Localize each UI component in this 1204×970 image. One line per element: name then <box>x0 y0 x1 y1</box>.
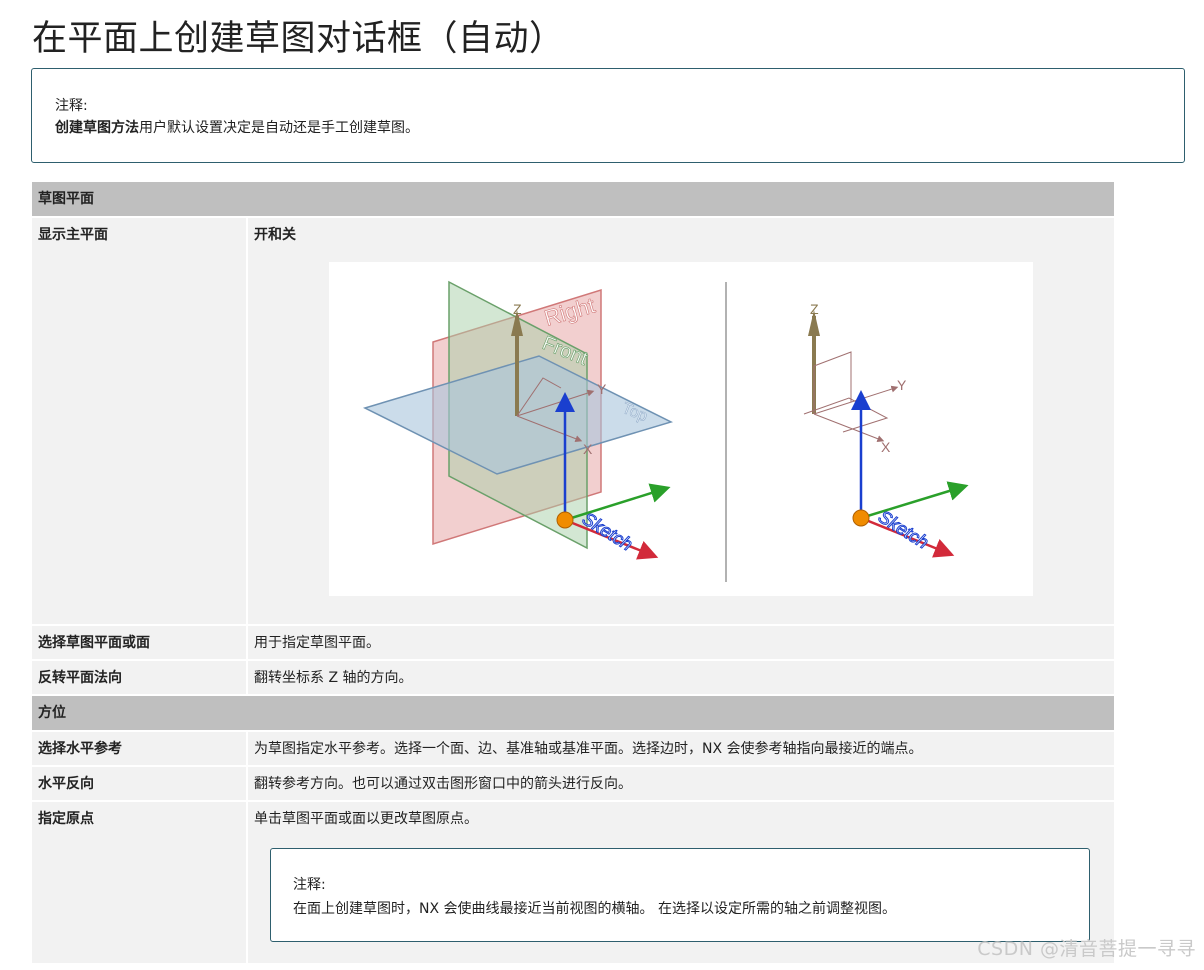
row-value: 为草图指定水平参考。选择一个面、边、基准轴或基准平面。选择边时，NX 会使参考轴… <box>248 732 1114 765</box>
y-axis-label: Y <box>897 377 907 393</box>
properties-table: 草图平面 显示主平面 开和关 Right Front Top Z Y X Ske… <box>32 180 1114 965</box>
section-title: 方位 <box>32 696 1114 730</box>
section-header-sketch-plane: 草图平面 <box>32 182 1114 216</box>
planes-figure: Right Front Top Z Y X Sketch Z Y X Sketc… <box>329 262 1033 596</box>
table-row: 显示主平面 开和关 Right Front Top Z Y X Sketch Z… <box>32 218 1114 624</box>
watermark: CSDN @清音菩提一寻寻 <box>977 938 1196 960</box>
note-box-method: 注释: 创建草图方法用户默认设置决定是自动还是手工创建草图。 <box>31 68 1185 163</box>
z-axis-label: Z <box>810 301 819 317</box>
sketch-origin-marker <box>556 511 574 529</box>
row-key: 显示主平面 <box>32 218 248 624</box>
planes-off-group: Z Y X Sketch <box>803 301 969 558</box>
sketch-origin-marker <box>852 509 870 527</box>
note-box-origin: 注释: 在面上创建草图时，NX 会使曲线最接近当前视图的横轴。 在选择以设定所需… <box>270 848 1090 942</box>
table-row: 选择水平参考 为草图指定水平参考。选择一个面、边、基准轴或基准平面。选择边时，N… <box>32 732 1114 765</box>
page-title: 在平面上创建草图对话框（自动） <box>32 19 565 59</box>
planes-illustration: Right Front Top Z Y X Sketch Z Y X Sketc… <box>362 280 969 582</box>
table-row: 选择草图平面或面 用于指定草图平面。 <box>32 626 1114 659</box>
row-key: 选择草图平面或面 <box>32 626 248 659</box>
row-key: 指定原点 <box>32 802 248 963</box>
row-value: 翻转坐标系 Z 轴的方向。 <box>248 661 1114 694</box>
z-axis-label: Z <box>513 301 522 317</box>
row-key: 反转平面法向 <box>32 661 248 694</box>
note-text: 创建草图方法用户默认设置决定是自动还是手工创建草图。 <box>55 117 1184 139</box>
row-value-text: 单击草图平面或面以更改草图原点。 <box>254 811 478 827</box>
x-axis-label: X <box>881 439 891 455</box>
note-rest: 用户默认设置决定是自动还是手工创建草图。 <box>139 120 419 136</box>
table-row: 水平反向 翻转参考方向。也可以通过双击图形窗口中的箭头进行反向。 <box>32 767 1114 800</box>
table-row: 指定原点 单击草图平面或面以更改草图原点。 注释: 在面上创建草图时，NX 会使… <box>32 802 1114 963</box>
row-value-show-main-planes: 开和关 Right Front Top Z Y X Sketch Z Y X S… <box>248 218 1114 624</box>
row-value-text: 开和关 <box>254 227 296 243</box>
note-label: 注释: <box>55 98 88 114</box>
section-header-orientation: 方位 <box>32 696 1114 730</box>
note-bold-term: 创建草图方法 <box>55 120 139 136</box>
table-row: 反转平面法向 翻转坐标系 Z 轴的方向。 <box>32 661 1114 694</box>
section-title: 草图平面 <box>32 182 1114 216</box>
x-axis-label: X <box>583 441 593 457</box>
main-planes-group: Right Front Top Z Y X Sketch <box>362 280 674 560</box>
row-key: 水平反向 <box>32 767 248 800</box>
y-axis-label: Y <box>597 381 607 397</box>
row-value: 用于指定草图平面。 <box>248 626 1114 659</box>
row-value: 翻转参考方向。也可以通过双击图形窗口中的箭头进行反向。 <box>248 767 1114 800</box>
note-text: 在面上创建草图时，NX 会使曲线最接近当前视图的横轴。 在选择以设定所需的轴之前… <box>293 901 896 917</box>
row-key: 选择水平参考 <box>32 732 248 765</box>
note-label: 注释: <box>293 877 326 893</box>
sketch-label: Sketch <box>875 506 932 552</box>
